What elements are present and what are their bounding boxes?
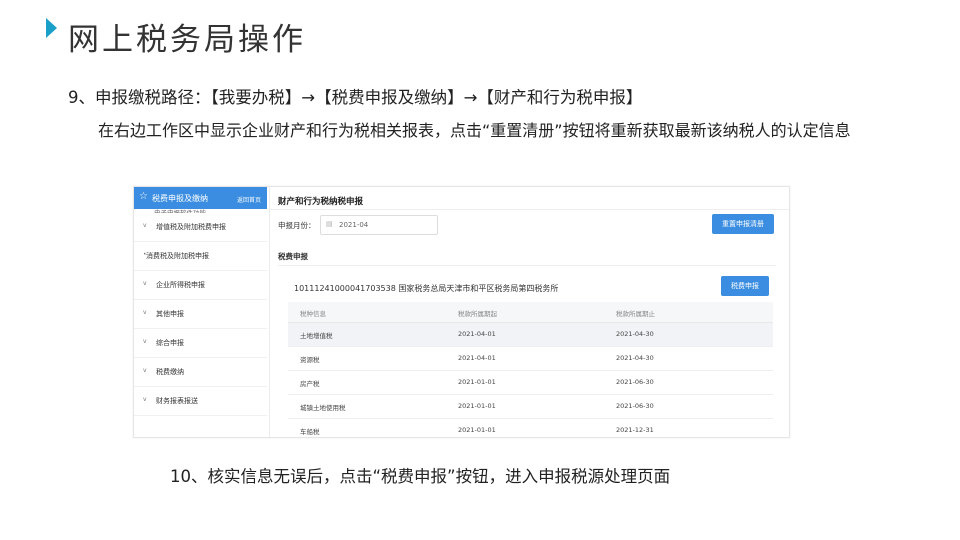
tax-declare-button[interactable]: 税费申报 [721, 276, 769, 296]
title-accent-triangle [46, 18, 57, 38]
period-end-cell: 2021-04-30 [616, 354, 654, 362]
sidebar-item-label: 消费税及附加税申报 [146, 252, 209, 260]
sidebar-item-financial-statements[interactable]: v 财务报表报送 [134, 387, 267, 416]
column-header: 税种信息 [300, 310, 326, 318]
sidebar-item-tax-payment[interactable]: v 税费缴纳 [134, 358, 267, 387]
month-picker[interactable]: ▤ 2021-04 [320, 215, 438, 235]
period-end-cell: 2021-04-30 [616, 330, 654, 338]
embedded-screenshot: ☆ 税费申报及缴纳 返回首页 电子申报软件功能 v 增值税及附加税费申报 • 消… [133, 186, 790, 438]
divider [270, 209, 789, 210]
table-header: 税种信息 税款所属期起 税款所属期止 [288, 302, 773, 323]
period-start-cell: 2021-04-01 [458, 354, 496, 362]
chevron-down-icon: v [143, 396, 147, 403]
month-value: 2021-04 [339, 221, 369, 229]
month-label: 申报月份： [278, 221, 316, 230]
sidebar-item-vat[interactable]: v 增值税及附加税费申报 [134, 213, 267, 242]
sidebar-item-other[interactable]: v 其他申报 [134, 300, 267, 329]
main-panel: 财产和行为税纳税申报 申报月份： ▤ 2021-04 重置申报清册 税费申报 1… [270, 187, 789, 437]
sidebar: ☆ 税费申报及缴纳 返回首页 电子申报软件功能 v 增值税及附加税费申报 • 消… [134, 187, 270, 437]
sidebar-item-comprehensive[interactable]: v 综合申报 [134, 329, 267, 358]
period-start-cell: 2021-04-01 [458, 330, 496, 338]
sidebar-item-label: 企业所得税申报 [156, 281, 205, 289]
table-row[interactable]: 土地增值税 2021-04-01 2021-04-30 [288, 323, 773, 347]
sidebar-item-consumption-tax[interactable]: • 消费税及附加税申报 [134, 242, 267, 271]
period-end-cell: 2021-06-30 [616, 378, 654, 386]
table-row[interactable]: 城镇土地使用税 2021-01-01 2021-06-30 [288, 395, 773, 419]
sidebar-item-label: 其他申报 [156, 310, 184, 318]
tax-table: 税种信息 税款所属期起 税款所属期止 土地增值税 2021-04-01 2021… [288, 302, 773, 437]
chevron-down-icon: v [143, 222, 147, 229]
sidebar-item-label: 财务报表报送 [156, 397, 198, 405]
column-header: 税款所属期止 [616, 310, 655, 318]
reset-register-button[interactable]: 重置申报清册 [712, 214, 774, 234]
period-start-cell: 2021-01-01 [458, 426, 496, 434]
table-row[interactable]: 车船税 2021-01-01 2021-12-31 [288, 419, 773, 437]
slide-title: 网上税务局操作 [68, 22, 306, 58]
column-header: 税款所属期起 [458, 310, 497, 318]
sidebar-item-corporate-income-tax[interactable]: v 企业所得税申报 [134, 271, 267, 300]
sidebar-item-label: 税费缴纳 [156, 368, 184, 376]
period-start-cell: 2021-01-01 [458, 378, 496, 386]
tax-name-cell: 房产税 [300, 380, 320, 388]
chevron-down-icon: v [143, 338, 147, 345]
table-row[interactable]: 资源税 2021-04-01 2021-04-30 [288, 347, 773, 371]
step-10-text: 10、核实信息无误后，点击“税费申报”按钮，进入申报税源处理页面 [170, 467, 671, 486]
chevron-down-icon: v [143, 280, 147, 287]
back-home-link[interactable]: 返回首页 [237, 195, 261, 204]
sidebar-header-title: 税费申报及缴纳 [152, 194, 208, 203]
tax-name-cell: 资源税 [300, 356, 320, 364]
taxpayer-org-line: 10111241000041703538 国家税务总局天津市和平区税务局第四税务… [294, 284, 559, 293]
sidebar-item-label: 综合申报 [156, 339, 184, 347]
period-start-cell: 2021-01-01 [458, 402, 496, 410]
tax-name-cell: 车船税 [300, 428, 320, 436]
chevron-down-icon: v [143, 367, 147, 374]
step-9-description: 在右边工作区中显示企业财产和行为税相关报表，点击“重置清册”按钮将重新获取最新该… [98, 121, 851, 140]
calendar-icon: ▤ [326, 220, 333, 228]
sidebar-header: ☆ 税费申报及缴纳 返回首页 [134, 187, 267, 209]
divider [278, 265, 776, 266]
period-end-cell: 2021-06-30 [616, 402, 654, 410]
sidebar-item-label: 增值税及附加税费申报 [156, 223, 226, 231]
tax-name-cell: 土地增值税 [300, 332, 333, 340]
step-9-text: 9、申报缴税路径：【我要办税】→【税费申报及缴纳】→【财产和行为税申报】 [68, 88, 643, 107]
section-label: 税费申报 [278, 252, 308, 261]
table-row[interactable]: 房产税 2021-01-01 2021-06-30 [288, 371, 773, 395]
chevron-down-icon: v [143, 309, 147, 316]
tax-name-cell: 城镇土地使用税 [300, 404, 346, 412]
star-icon: ☆ [139, 191, 148, 202]
period-end-cell: 2021-12-31 [616, 426, 654, 434]
page-title: 财产和行为税纳税申报 [278, 197, 364, 207]
